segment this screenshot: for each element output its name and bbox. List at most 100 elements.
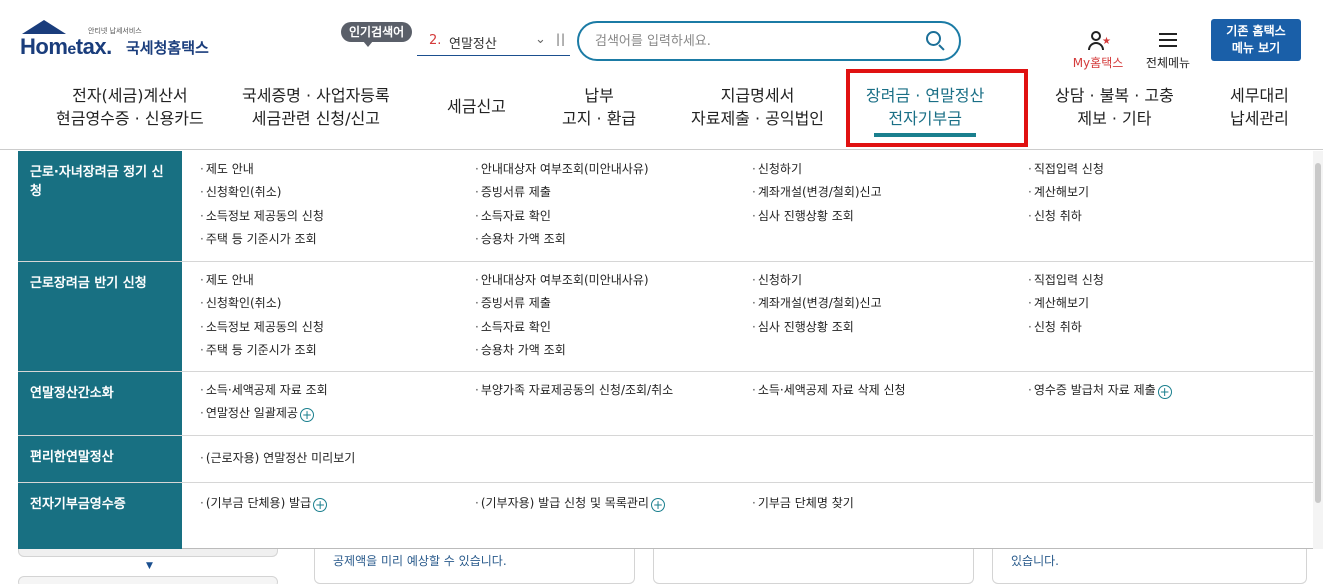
menu-link[interactable]: · 연말정산 일괄제공 + [200, 405, 314, 422]
menu-link[interactable]: · 계좌개설(변경/철회)신고 [752, 295, 882, 311]
plus-circle-icon[interactable]: + [299, 408, 314, 422]
menu-link[interactable]: · 계좌개설(변경/철회)신고 [752, 184, 882, 200]
gnb-tax-return[interactable]: 세금신고 [447, 95, 506, 118]
gnb-label: 지급명세서 [720, 86, 795, 105]
chevron-down-icon[interactable]: ⌄ [535, 32, 546, 47]
menu-link[interactable]: · 영수증 발급처 자료 제출 + [1028, 382, 1172, 399]
gnb-payment[interactable]: 납부 고지 · 환급 [562, 84, 636, 130]
my-hometax-button[interactable]: ★ My홈택스 [1066, 30, 1130, 70]
plus-circle-icon[interactable]: + [313, 498, 328, 512]
gnb-highlight-frame [846, 69, 1028, 147]
all-menu-button[interactable]: 전체메뉴 [1143, 30, 1193, 70]
menu-link[interactable]: · 신청 취하 [1028, 208, 1082, 224]
menu-link[interactable]: · 승용차 가액 조회 [475, 342, 566, 358]
scrollbar-thumb[interactable] [1315, 163, 1321, 503]
menu-link[interactable]: · 직접입력 신청 [1028, 272, 1104, 288]
side-tab-bottom[interactable] [18, 576, 278, 584]
menu-link[interactable]: · (근로자용) 연말정산 미리보기 [200, 450, 355, 466]
popular-rank: 2. [429, 33, 442, 48]
gnb-label: 세금신고 [447, 97, 506, 116]
menu-link[interactable]: · 신청 취하 [1028, 319, 1082, 335]
gnb-label: 전자(세금)계산서 [72, 86, 188, 105]
menu-link[interactable]: · 제도 안내 [200, 161, 254, 177]
menu-link[interactable]: · (기부자용) 발급 신청 및 목록관리 + [475, 495, 665, 512]
gnb-sublabel: 납세관리 [1230, 109, 1289, 128]
menu-link[interactable]: · 신청확인(취소) [200, 184, 281, 200]
section-title: 연말정산간소화 [30, 386, 114, 401]
menu-link[interactable]: · 안내대상자 여부조회(미안내사유) [475, 161, 649, 177]
menu-link[interactable]: · 직접입력 신청 [1028, 161, 1104, 177]
info-card-text: 있습니다. [1011, 554, 1059, 568]
menu-link[interactable]: · 소득·세액공제 자료 삭제 신청 [752, 382, 906, 398]
old-hometax-line2: 메뉴 보기 [1231, 41, 1281, 55]
hometax-logo[interactable]: 안티넷 납세서비스 Hometax. 국세청홈택스 [18, 18, 218, 68]
house-roof-icon [22, 20, 66, 34]
popular-search-badge: 인기검색어 [341, 22, 413, 47]
old-hometax-menu-button[interactable]: 기존 홈택스 메뉴 보기 [1211, 19, 1301, 61]
menu-section-convenient-year-end: 편리한연말정산 · (근로자용) 연말정산 미리보기 [18, 436, 1313, 483]
popular-keyword[interactable]: 연말정산 [449, 33, 497, 52]
menu-link[interactable]: · 소득정보 제공동의 신청 [200, 319, 324, 335]
menu-link[interactable]: · 안내대상자 여부조회(미안내사유) [475, 272, 649, 288]
scrollbar[interactable] [1313, 151, 1323, 549]
section-title: 편리한연말정산 [30, 450, 114, 465]
info-card: 공제액을 미리 예상할 수 있습니다. [314, 549, 635, 584]
menu-link[interactable]: · 증빙서류 제출 [475, 295, 551, 311]
menu-link[interactable]: · 신청하기 [752, 272, 802, 288]
menu-section-e-donation-receipt: 전자기부금영수증 · (기부금 단체용) 발급 + · (기부자용) 발급 신청 및 … [18, 483, 1313, 549]
menu-section-half-year-incentive: 근로장려금 반기 신청 · 제도 안내 · 안내대상자 여부조회(미안내사유) · 신… [18, 262, 1313, 372]
menu-link[interactable]: · 계산해보기 [1028, 295, 1089, 311]
section-title: 근로장려금 반기 신청 [30, 276, 147, 291]
menu-link[interactable]: · 주택 등 기준시가 조회 [200, 231, 317, 247]
menu-link[interactable]: · 주택 등 기준시가 조회 [200, 342, 317, 358]
gnb-label: 세무대리 [1230, 86, 1289, 105]
mega-menu-panel: 근로·자녀장려금 정기 신청 · 제도 안내 · 안내대상자 여부조회(미안내사유)… [18, 151, 1313, 549]
menu-link[interactable]: · 제도 안내 [200, 272, 254, 288]
plus-circle-icon[interactable]: + [1157, 385, 1172, 399]
menu-link[interactable]: · 소득정보 제공동의 신청 [200, 208, 324, 224]
menu-link[interactable]: · 부양가족 자료제공동의 신청/조회/취소 [475, 382, 673, 398]
gnb-sublabel: 세금관련 신청/신고 [251, 109, 380, 128]
plus-circle-icon[interactable]: + [650, 498, 665, 512]
menu-link[interactable]: · 승용차 가액 조회 [475, 231, 566, 247]
menu-link[interactable]: · 신청하기 [752, 161, 802, 177]
menu-section-regular-incentive: 근로·자녀장려금 정기 신청 · 제도 안내 · 안내대상자 여부조회(미안내사유)… [18, 151, 1313, 262]
popular-keyword-rotator[interactable]: 2. 연말정산 ⌄ || [417, 30, 570, 56]
gnb-sublabel: 자료제출 · 공익법인 [691, 109, 825, 128]
logo-tax-text: tax. [75, 34, 112, 59]
menu-link[interactable]: · 계산해보기 [1028, 184, 1089, 200]
info-card [653, 549, 974, 584]
triangle-down-icon[interactable]: ▼ [146, 561, 153, 571]
hamburger-menu-icon [1143, 30, 1193, 52]
info-card-text: 공제액을 미리 예상할 수 있습니다. [333, 554, 507, 568]
menu-link[interactable]: · 소득자료 확인 [475, 319, 551, 335]
search-icon[interactable] [924, 29, 948, 53]
menu-link[interactable]: · 소득자료 확인 [475, 208, 551, 224]
menu-link[interactable]: · 심사 진행상황 조회 [752, 208, 854, 224]
menu-link[interactable]: · 소득·세액공제 자료 조회 [200, 382, 328, 398]
logo-home-text: Hom [20, 34, 68, 59]
search-input[interactable] [595, 31, 915, 51]
menu-section-year-end-simplified: 연말정산간소화 · 소득·세액공제 자료 조회 · 부양가족 자료제공동의 신청/조… [18, 372, 1313, 436]
gnb-payment-statement[interactable]: 지급명세서 자료제출 · 공익법인 [691, 84, 824, 130]
my-hometax-label: My홈택스 [1072, 56, 1124, 70]
gnb-e-invoice[interactable]: 전자(세금)계산서 현금영수증 · 신용카드 [56, 84, 204, 130]
old-hometax-line1: 기존 홈택스 [1226, 24, 1286, 38]
gnb-sublabel: 고지 · 환급 [562, 109, 637, 128]
menu-link[interactable]: · 신청확인(취소) [200, 295, 281, 311]
logo-wordmark: Hometax. [20, 34, 112, 60]
pause-icon[interactable]: || [556, 32, 566, 46]
menu-link[interactable]: · (기부금 단체용) 발급 + [200, 495, 328, 512]
gnb-label: 납부 [584, 86, 614, 105]
gnb-sublabel: 제보 · 기타 [1077, 109, 1152, 128]
section-title: 근로·자녀장려금 정기 신청 [30, 165, 164, 199]
side-tab-top[interactable] [18, 549, 278, 557]
gnb-label: 국세증명 · 사업자등록 [242, 86, 390, 105]
gnb-tax-certificate[interactable]: 국세증명 · 사업자등록 세금관련 신청/신고 [242, 84, 390, 130]
info-card: 있습니다. [992, 549, 1307, 584]
menu-link[interactable]: · 심사 진행상황 조회 [752, 319, 854, 335]
menu-link[interactable]: · 기부금 단체명 찾기 [752, 495, 854, 511]
gnb-tax-agent[interactable]: 세무대리 납세관리 [1230, 84, 1289, 130]
gnb-consult-appeal[interactable]: 상담 · 불복 · 고충 제보 · 기타 [1055, 84, 1174, 130]
menu-link[interactable]: · 증빙서류 제출 [475, 184, 551, 200]
